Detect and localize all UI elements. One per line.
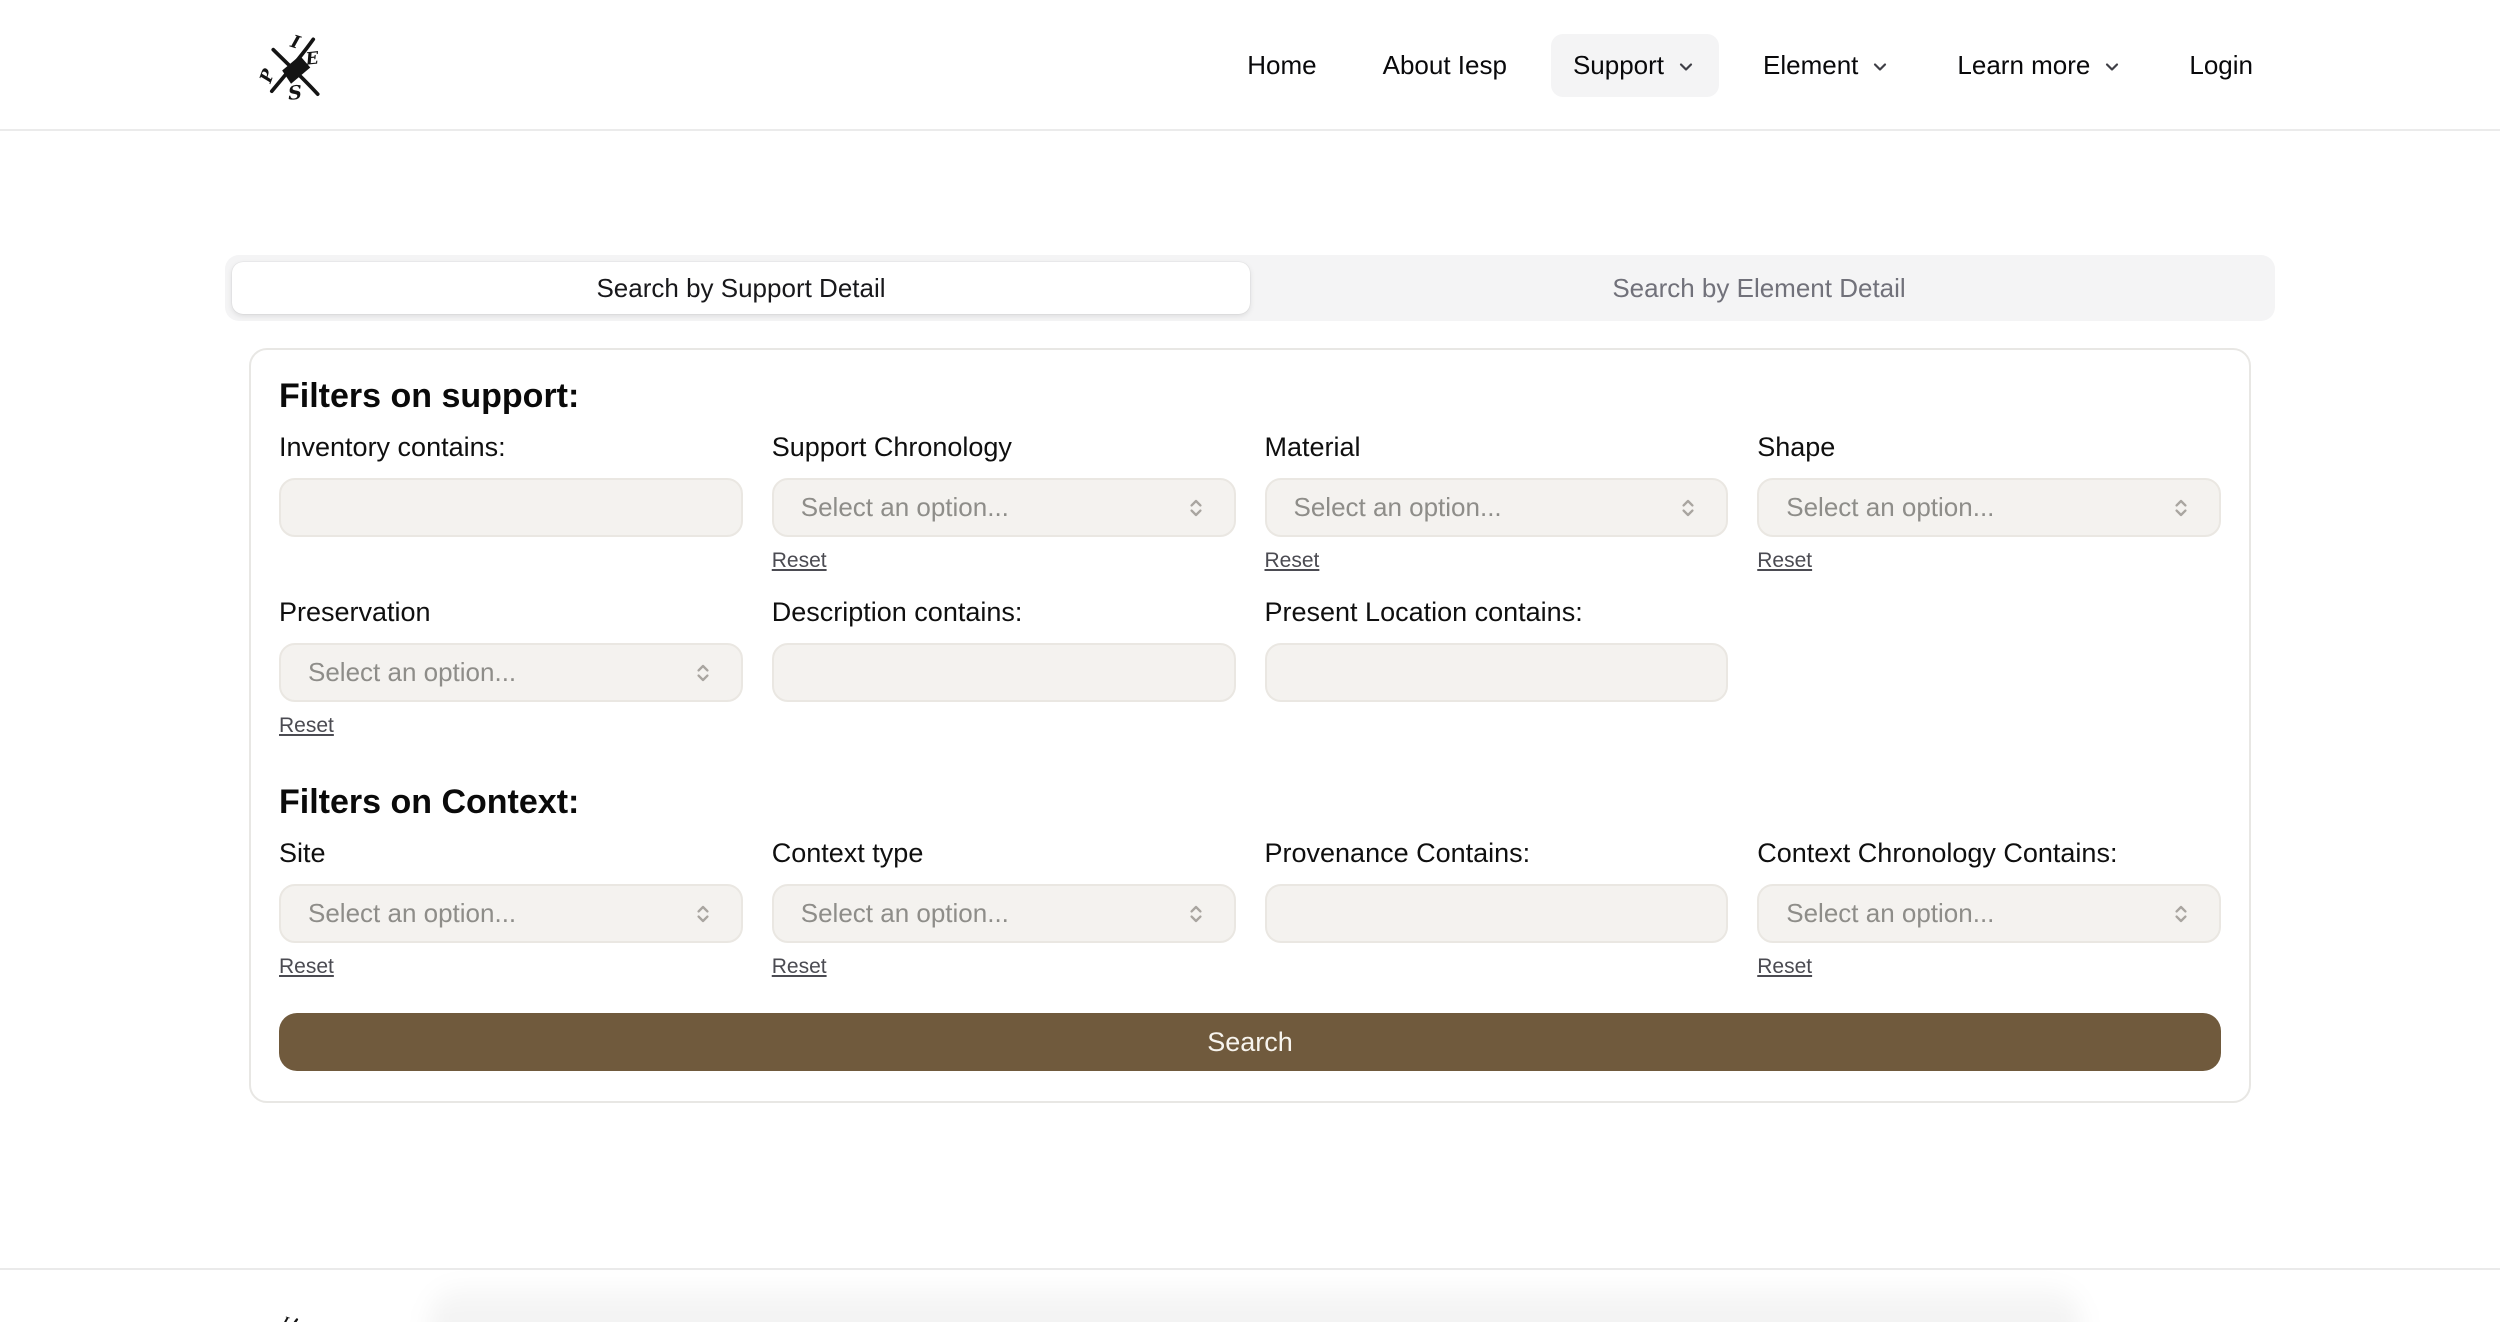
site-header: I E S P Home About Iesp Support Element: [0, 0, 2500, 131]
field-label: Site: [279, 836, 743, 870]
filter-site: Site Select an option... Reset: [279, 836, 743, 979]
filter-support-chronology: Support Chronology Select an option... R…: [772, 430, 1236, 573]
chevron-down-icon: [2101, 56, 2123, 78]
nav-about-iesp[interactable]: About Iesp: [1361, 34, 1529, 97]
select-placeholder: Select an option...: [801, 898, 1009, 929]
filter-context-chronology-contains: Context Chronology Contains: Select an o…: [1757, 836, 2221, 979]
nav-element[interactable]: Element: [1741, 34, 1913, 97]
field-label: Present Location contains:: [1265, 595, 1729, 629]
context-type-reset-link[interactable]: Reset: [772, 955, 827, 979]
svg-text:E: E: [304, 48, 321, 69]
search-button[interactable]: Search: [279, 1013, 2221, 1071]
select-placeholder: Select an option...: [308, 657, 516, 688]
main-content: Search by Support Detail Search by Eleme…: [0, 255, 2500, 1103]
nav-learn-more-label: Learn more: [1957, 50, 2090, 81]
nav-home-label: Home: [1247, 50, 1316, 81]
filter-material: Material Select an option... Reset: [1265, 430, 1729, 573]
select-placeholder: Select an option...: [308, 898, 516, 929]
material-reset-link[interactable]: Reset: [1265, 549, 1320, 573]
site-reset-link[interactable]: Reset: [279, 955, 334, 979]
select-placeholder: Select an option...: [1294, 492, 1502, 523]
main-nav: Home About Iesp Support Element Learn mo…: [1225, 34, 2275, 97]
preservation-reset-link[interactable]: Reset: [279, 714, 334, 738]
nav-home[interactable]: Home: [1225, 34, 1338, 97]
support-fields-grid: Inventory contains: Support Chronology S…: [279, 430, 2221, 738]
svg-text:S: S: [287, 80, 303, 104]
support-chronology-select[interactable]: Select an option...: [772, 478, 1236, 537]
unfold-chevrons-icon: [1182, 494, 1210, 522]
filter-context-type: Context type Select an option... Reset: [772, 836, 1236, 979]
context-fields-grid: Site Select an option... Reset Context t…: [279, 836, 2221, 979]
nav-about-label: About Iesp: [1383, 50, 1507, 81]
unfold-chevrons-icon: [689, 659, 717, 687]
search-mode-tabs: Search by Support Detail Search by Eleme…: [225, 255, 2275, 321]
field-label: Support Chronology: [772, 430, 1236, 464]
shape-select[interactable]: Select an option...: [1757, 478, 2221, 537]
unfold-chevrons-icon: [2167, 494, 2195, 522]
filter-inventory-contains: Inventory contains:: [279, 430, 743, 537]
footer-iesp-logo: I E S P: [262, 1312, 308, 1322]
context-type-select[interactable]: Select an option...: [772, 884, 1236, 943]
chevron-down-icon: [1675, 56, 1697, 78]
shape-reset-link[interactable]: Reset: [1757, 549, 1812, 573]
footer-shadow-blob: [430, 1288, 2080, 1322]
field-label: Material: [1265, 430, 1729, 464]
nav-support[interactable]: Support: [1551, 34, 1719, 97]
filter-present-location-contains: Present Location contains:: [1265, 595, 1729, 702]
iesp-logo[interactable]: I E S P: [257, 27, 331, 105]
site-select[interactable]: Select an option...: [279, 884, 743, 943]
context-chronology-reset-link[interactable]: Reset: [1757, 955, 1812, 979]
support-filters-heading: Filters on support:: [279, 376, 2221, 416]
field-label: Description contains:: [772, 595, 1236, 629]
unfold-chevrons-icon: [2167, 900, 2195, 928]
present-location-contains-input[interactable]: [1265, 643, 1729, 702]
nav-support-label: Support: [1573, 50, 1664, 81]
support-chronology-reset-link[interactable]: Reset: [772, 549, 827, 573]
field-label: Shape: [1757, 430, 2221, 464]
nav-element-label: Element: [1763, 50, 1858, 81]
nav-login-label: Login: [2189, 50, 2253, 81]
field-label: Context type: [772, 836, 1236, 870]
field-label: Preservation: [279, 595, 743, 629]
svg-text:I: I: [280, 1314, 291, 1322]
field-label: Context Chronology Contains:: [1757, 836, 2221, 870]
filter-description-contains: Description contains:: [772, 595, 1236, 702]
filter-preservation: Preservation Select an option... Reset: [279, 595, 743, 738]
provenance-contains-input[interactable]: [1265, 884, 1729, 943]
svg-text:I: I: [287, 30, 303, 53]
inventory-contains-input[interactable]: [279, 478, 743, 537]
nav-login[interactable]: Login: [2167, 34, 2275, 97]
unfold-chevrons-icon: [1674, 494, 1702, 522]
material-select[interactable]: Select an option...: [1265, 478, 1729, 537]
page-footer: I E S P: [0, 1268, 2500, 1322]
description-contains-input[interactable]: [772, 643, 1236, 702]
chevron-down-icon: [1869, 56, 1891, 78]
preservation-select[interactable]: Select an option...: [279, 643, 743, 702]
filter-shape: Shape Select an option... Reset: [1757, 430, 2221, 573]
filters-card: Filters on support: Inventory contains: …: [249, 348, 2251, 1103]
unfold-chevrons-icon: [689, 900, 717, 928]
field-label: Inventory contains:: [279, 430, 743, 464]
tab-search-by-support-detail[interactable]: Search by Support Detail: [232, 262, 1250, 314]
select-placeholder: Select an option...: [801, 492, 1009, 523]
nav-learn-more[interactable]: Learn more: [1935, 34, 2145, 97]
select-placeholder: Select an option...: [1786, 492, 1994, 523]
filter-provenance-contains: Provenance Contains:: [1265, 836, 1729, 943]
tab-search-by-element-detail[interactable]: Search by Element Detail: [1250, 262, 2268, 314]
context-chronology-select[interactable]: Select an option...: [1757, 884, 2221, 943]
context-filters-heading: Filters on Context:: [279, 782, 2221, 822]
field-label: Provenance Contains:: [1265, 836, 1729, 870]
unfold-chevrons-icon: [1182, 900, 1210, 928]
select-placeholder: Select an option...: [1786, 898, 1994, 929]
